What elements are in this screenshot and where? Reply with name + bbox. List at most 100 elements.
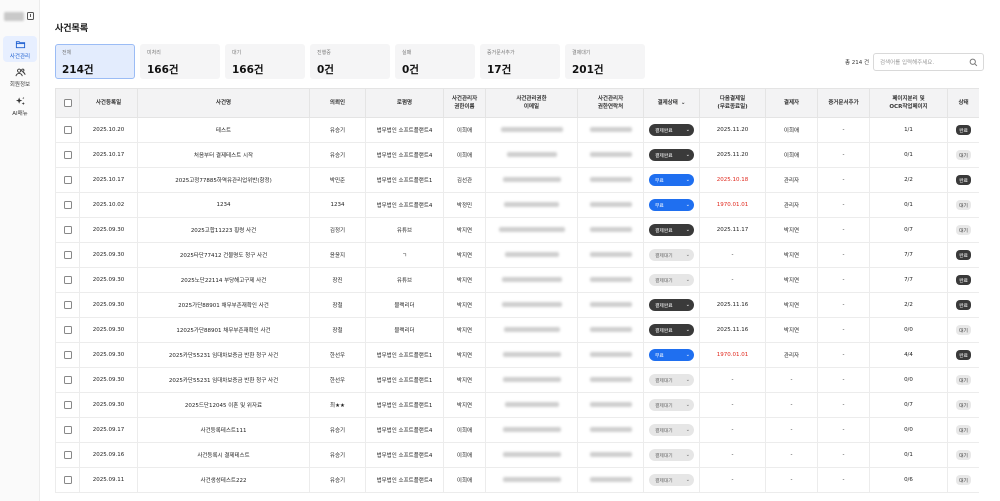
sidebar-item-case-management[interactable]: 사건관리 bbox=[3, 36, 37, 62]
row-checkbox[interactable] bbox=[63, 351, 72, 359]
pay-status-dropdown[interactable]: 결제완료 ⌄ bbox=[649, 224, 694, 236]
row-checkbox[interactable] bbox=[63, 376, 72, 384]
table-row[interactable]: 2025.09.16 사건등록시 결제테스트 유승기 법무법인 소프트플랜트4 … bbox=[55, 442, 979, 468]
cell-law-firm: 법무법인 소프트플랜트1 bbox=[365, 392, 444, 418]
pay-status-dropdown[interactable]: 결제대기 ⌄ bbox=[649, 449, 694, 461]
table-row[interactable]: 2025.09.30 2025드단12045 이혼 및 위자료 최★★ 법무법인… bbox=[55, 392, 979, 418]
summary-card[interactable]: 대기 166건 bbox=[225, 44, 305, 79]
pay-status-dropdown[interactable]: 결제대기 ⌄ bbox=[649, 249, 694, 261]
row-checkbox[interactable] bbox=[63, 251, 72, 259]
summary-card[interactable]: 전체 214건 bbox=[55, 44, 135, 79]
row-select-cell bbox=[55, 467, 80, 493]
row-checkbox[interactable] bbox=[63, 276, 72, 284]
cell-law-firm: 법무법인 소프트플랜트4 bbox=[365, 142, 444, 168]
summary-card[interactable]: 증거문서추가 17건 bbox=[480, 44, 560, 79]
cell-case-name[interactable]: 2025고합11223 횡령 사건 bbox=[137, 217, 310, 243]
pay-status-dropdown[interactable]: 무료 ⌄ bbox=[649, 174, 694, 186]
pay-status-dropdown[interactable]: 결제완료 ⌄ bbox=[649, 124, 694, 136]
pay-status-dropdown[interactable]: 결제완료 ⌄ bbox=[649, 299, 694, 311]
sidebar-item-member-info[interactable]: 회원정보 bbox=[3, 64, 37, 90]
cell-case-name[interactable]: 2025노단22114 부당해고구제 사건 bbox=[137, 267, 310, 293]
row-checkbox[interactable] bbox=[63, 151, 72, 159]
row-checkbox[interactable] bbox=[63, 326, 72, 334]
header-pay-status[interactable]: 결제상태 ⌄ bbox=[643, 88, 700, 118]
sidebar: 사건관리 회원정보 AI매뉴 bbox=[0, 0, 40, 501]
cell-case-name[interactable]: 1234 bbox=[137, 192, 310, 218]
row-checkbox[interactable] bbox=[63, 476, 72, 484]
sidebar-toggle-icon[interactable] bbox=[27, 12, 34, 20]
header-select-all bbox=[55, 88, 80, 118]
cell-case-name[interactable]: 2025가단88901 채무부존재확인 사건 bbox=[137, 292, 310, 318]
cell-evidence: - bbox=[817, 417, 870, 443]
table-row[interactable]: 2025.09.30 2025카단55231 임대차보증금 반환 청구 사건 한… bbox=[55, 367, 979, 393]
table-row[interactable]: 2025.10.17 2025고정77885하역유관리업위반(항정) 박민준 법… bbox=[55, 167, 979, 193]
table-row[interactable]: 2025.10.17 처음부터 결제테스트 시작 유승기 법무법인 소프트플랜트… bbox=[55, 142, 979, 168]
row-checkbox[interactable] bbox=[63, 401, 72, 409]
row-checkbox[interactable] bbox=[63, 176, 72, 184]
redacted-phone bbox=[589, 177, 632, 182]
header-status: 상태 bbox=[947, 88, 979, 118]
cell-manager-name: 박지연 bbox=[443, 217, 486, 243]
summary-card[interactable]: 진행중 0건 bbox=[310, 44, 390, 79]
redacted-email bbox=[504, 252, 559, 257]
table-row[interactable]: 2025.10.02 1234 1234 법무법인 소프트플랜트4 박정민 무료… bbox=[55, 192, 979, 218]
cell-case-name[interactable]: 처음부터 결제테스트 시작 bbox=[137, 142, 310, 168]
search-icon[interactable] bbox=[969, 58, 978, 67]
table-row[interactable]: 2025.09.30 2025카단55231 임대차보증금 반환 청구 사건 한… bbox=[55, 342, 979, 368]
row-select-cell bbox=[55, 317, 80, 343]
chevron-down-icon[interactable]: ⌄ bbox=[681, 99, 686, 107]
cell-manager-contact bbox=[577, 367, 644, 393]
cell-next-payment: - bbox=[699, 467, 766, 493]
row-checkbox[interactable] bbox=[63, 201, 72, 209]
pay-status-dropdown[interactable]: 결제대기 ⌄ bbox=[649, 424, 694, 436]
pay-status-dropdown[interactable]: 무료 ⌄ bbox=[649, 199, 694, 211]
summary-card[interactable]: 미처리 166건 bbox=[140, 44, 220, 79]
search-input[interactable] bbox=[880, 57, 965, 68]
cell-manager-name: 박지연 bbox=[443, 317, 486, 343]
summary-card[interactable]: 결제대기 201건 bbox=[565, 44, 645, 79]
cell-case-name[interactable]: 테스트 bbox=[137, 117, 310, 143]
pay-status-dropdown[interactable]: 결제완료 ⌄ bbox=[649, 324, 694, 336]
folder-icon bbox=[15, 40, 25, 48]
row-checkbox[interactable] bbox=[63, 426, 72, 434]
cell-case-name[interactable]: 2025고정77885하역유관리업위반(항정) bbox=[137, 167, 310, 193]
summary-card-value: 166건 bbox=[232, 64, 264, 76]
table-row[interactable]: 2025.09.30 12025가단88901 채무부존재확인 사건 장철 블랙… bbox=[55, 317, 979, 343]
table-row[interactable]: 2025.10.20 테스트 유승기 법무법인 소프트플랜트4 이희애 결제완료… bbox=[55, 117, 979, 143]
pay-status-dropdown[interactable]: 결제대기 ⌄ bbox=[649, 274, 694, 286]
pay-status-dropdown[interactable]: 결제대기 ⌄ bbox=[649, 474, 694, 486]
row-checkbox[interactable] bbox=[63, 451, 72, 459]
status-badge: 대기 bbox=[956, 150, 971, 160]
pay-status-label: 결제대기 bbox=[655, 478, 673, 484]
row-checkbox[interactable] bbox=[63, 301, 72, 309]
cell-law-firm: 법무법인 소프트플랜트4 bbox=[365, 467, 444, 493]
cell-case-name[interactable]: 사건생성테스트222 bbox=[137, 467, 310, 493]
cell-case-name[interactable]: 2025타단77412 건물명도 청구 사건 bbox=[137, 242, 310, 268]
pay-status-dropdown[interactable]: 무료 ⌄ bbox=[649, 349, 694, 361]
table-row[interactable]: 2025.09.11 사건생성테스트222 유승기 법무법인 소프트플랜트4 이… bbox=[55, 467, 979, 493]
cell-case-name[interactable]: 사건등록시 결제테스트 bbox=[137, 442, 310, 468]
pay-status-dropdown[interactable]: 결제대기 ⌄ bbox=[649, 399, 694, 411]
pay-status-dropdown[interactable]: 결제대기 ⌄ bbox=[649, 374, 694, 386]
table-row[interactable]: 2025.09.30 2025타단77412 건물명도 청구 사건 윤윤지 ㄱ … bbox=[55, 242, 979, 268]
cell-case-name[interactable]: 12025가단88901 채무부존재확인 사건 bbox=[137, 317, 310, 343]
cell-manager-email bbox=[485, 292, 578, 318]
summary-card[interactable]: 실패 0건 bbox=[395, 44, 475, 79]
summary-card-value: 17건 bbox=[487, 64, 512, 76]
row-checkbox[interactable] bbox=[63, 226, 72, 234]
cell-case-name[interactable]: 2025카단55231 임대차보증금 반환 청구 사건 bbox=[137, 367, 310, 393]
pay-status-dropdown[interactable]: 결제완료 ⌄ bbox=[649, 149, 694, 161]
cell-case-name[interactable]: 2025카단55231 임대차보증금 반환 청구 사건 bbox=[137, 342, 310, 368]
cell-law-firm: 법무법인 소프트플랜트1 bbox=[365, 167, 444, 193]
table-row[interactable]: 2025.09.30 2025가단88901 채무부존재확인 사건 장철 블랙리… bbox=[55, 292, 979, 318]
table-row[interactable]: 2025.09.30 2025고합11223 횡령 사건 김정기 유튜브 박지연… bbox=[55, 217, 979, 243]
table-row[interactable]: 2025.09.30 2025노단22114 부당해고구제 사건 장진 유튜브 … bbox=[55, 267, 979, 293]
cell-case-name[interactable]: 사건등록테스트111 bbox=[137, 417, 310, 443]
table-row[interactable]: 2025.09.17 사건등록테스트111 유승기 법무법인 소프트플랜트4 이… bbox=[55, 417, 979, 443]
cell-case-name[interactable]: 2025드단12045 이혼 및 위자료 bbox=[137, 392, 310, 418]
row-checkbox[interactable] bbox=[63, 126, 72, 134]
cell-pay-status: 결제대기 ⌄ bbox=[643, 417, 700, 443]
select-all-checkbox[interactable] bbox=[63, 98, 72, 107]
cell-next-payment: 1970.01.01 bbox=[699, 192, 766, 218]
sidebar-item-ai-menu[interactable]: AI매뉴 bbox=[3, 93, 37, 119]
